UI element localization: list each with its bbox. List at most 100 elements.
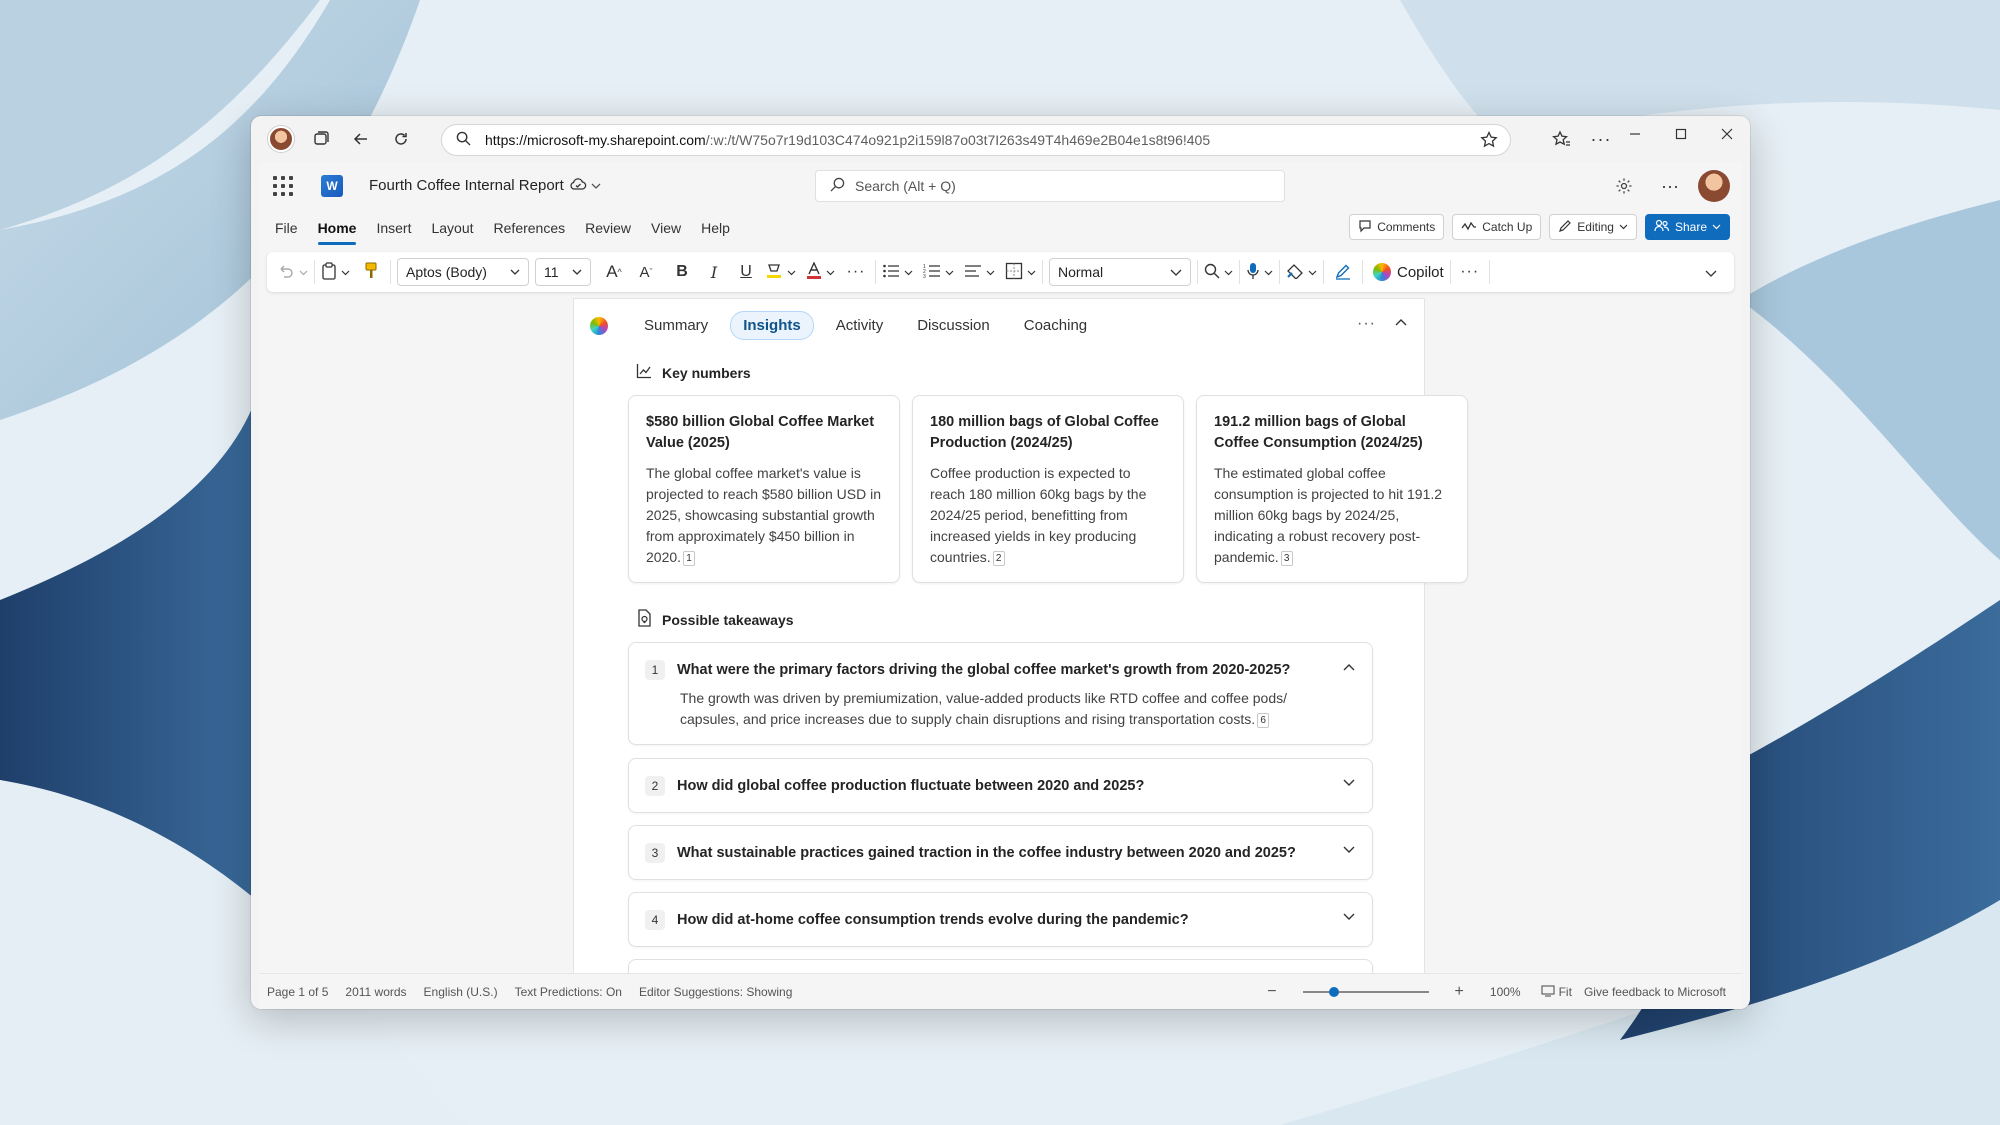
comments-button[interactable]: Comments <box>1349 214 1445 240</box>
grow-font-icon[interactable]: A ^ <box>601 257 627 287</box>
shrink-font-icon[interactable]: Aˇ <box>633 257 659 287</box>
numbering-button[interactable]: 123 <box>923 257 954 287</box>
key-number-card[interactable]: 180 million bags of Global Coffee Produc… <box>912 395 1184 583</box>
document-title[interactable]: Fourth Coffee Internal Report <box>369 177 564 194</box>
zoom-slider-thumb[interactable] <box>1329 987 1340 997</box>
chevron-down-icon[interactable] <box>591 178 601 196</box>
find-button[interactable] <box>1204 257 1233 287</box>
profile-avatar[interactable] <box>261 121 301 157</box>
citation-badge[interactable]: 3 <box>1280 551 1293 566</box>
settings-gear-icon[interactable] <box>1606 168 1642 204</box>
user-avatar[interactable] <box>1698 170 1730 202</box>
app-launcher-icon[interactable] <box>273 176 293 196</box>
tab-activity[interactable]: Activity <box>824 312 896 339</box>
refresh-icon[interactable] <box>381 121 421 157</box>
bold-icon[interactable]: B <box>669 257 695 287</box>
menu-references[interactable]: References <box>494 214 566 242</box>
copilot-logo-icon <box>590 316 608 335</box>
chevron-up-icon[interactable] <box>1394 315 1408 334</box>
chevron-down-icon[interactable] <box>1342 776 1356 795</box>
chevron-down-icon[interactable] <box>1342 910 1356 929</box>
italic-icon[interactable]: I <box>701 257 727 287</box>
cloud-saved-icon[interactable] <box>569 176 587 197</box>
key-number-card[interactable]: $580 billion Global Coffee Market Value … <box>628 395 900 583</box>
takeaway-item-expanded[interactable]: 1 What were the primary factors driving … <box>628 642 1373 745</box>
share-button[interactable]: Share <box>1644 214 1730 240</box>
catch-up-button[interactable]: Catch Up <box>1452 214 1542 240</box>
favorites-icon[interactable] <box>1541 121 1581 157</box>
key-number-title: 180 million bags of Global Coffee Produc… <box>930 414 1159 451</box>
sensitivity-button[interactable] <box>1286 257 1317 287</box>
takeaway-item[interactable]: 4 How did at-home coffee consumption tre… <box>628 892 1373 947</box>
zoom-in-icon[interactable]: + <box>1455 983 1464 1001</box>
menu-insert[interactable]: Insert <box>376 214 411 242</box>
menu-home[interactable]: Home <box>317 214 356 245</box>
editing-mode-button[interactable]: Editing <box>1549 214 1637 240</box>
page-count[interactable]: Page 1 of 5 <box>267 985 328 999</box>
copilot-button[interactable]: Copilot <box>1373 257 1444 287</box>
ribbon-collapse-icon[interactable] <box>1698 258 1724 288</box>
language-status[interactable]: English (U.S.) <box>424 985 498 999</box>
zoom-out-icon[interactable]: − <box>1267 983 1276 1001</box>
borders-button[interactable] <box>1005 257 1036 287</box>
takeaways-header: Possible takeaways <box>636 609 794 630</box>
back-icon[interactable] <box>341 121 381 157</box>
bullets-button[interactable] <box>882 257 913 287</box>
chevron-down-icon <box>572 264 582 280</box>
undo-button[interactable] <box>277 257 308 287</box>
close-icon[interactable] <box>1704 116 1750 152</box>
fit-button[interactable]: Fit <box>1541 984 1572 1000</box>
editor-button[interactable] <box>1330 257 1356 287</box>
tabs-icon[interactable] <box>301 121 341 157</box>
maximize-icon[interactable] <box>1658 116 1704 152</box>
style-select[interactable]: Normal <box>1049 258 1191 286</box>
align-button[interactable] <box>964 257 995 287</box>
menu-review[interactable]: Review <box>585 214 631 242</box>
key-number-card[interactable]: 191.2 million bags of Global Coffee Cons… <box>1196 395 1468 583</box>
word-count[interactable]: 2011 words <box>345 985 406 999</box>
underline-icon[interactable]: U <box>733 257 759 287</box>
dictate-button[interactable] <box>1246 257 1273 287</box>
citation-badge[interactable]: 1 <box>683 551 696 566</box>
zoom-slider[interactable] <box>1302 987 1429 997</box>
more-options-icon[interactable]: ··· <box>1357 315 1376 334</box>
tab-coaching[interactable]: Coaching <box>1012 312 1099 339</box>
more-font-icon[interactable]: ··· <box>843 257 869 287</box>
tab-summary[interactable]: Summary <box>632 312 720 339</box>
text-predictions-status[interactable]: Text Predictions: On <box>515 985 622 999</box>
editor-suggestions-status[interactable]: Editor Suggestions: Showing <box>639 985 792 999</box>
more-ribbon-icon[interactable]: ··· <box>1457 257 1483 287</box>
document-page[interactable]: Summary Insights Activity Discussion Coa… <box>573 298 1468 973</box>
highlight-button[interactable] <box>765 257 796 287</box>
tab-insights[interactable]: Insights <box>730 311 814 340</box>
citation-badge[interactable]: 2 <box>992 551 1005 566</box>
menu-view[interactable]: View <box>651 214 681 242</box>
chevron-down-icon[interactable] <box>1342 843 1356 862</box>
tab-discussion[interactable]: Discussion <box>905 312 1002 339</box>
chevron-down-icon <box>1308 264 1317 280</box>
browser-window: https://microsoft-my.sharepoint.com/:w:/… <box>251 116 1750 1009</box>
takeaway-item[interactable]: 2 How did global coffee production fluct… <box>628 758 1373 813</box>
paste-button[interactable] <box>321 257 350 287</box>
menu-file[interactable]: File <box>275 214 298 242</box>
search-input[interactable]: Search (Alt + Q) <box>815 170 1285 202</box>
address-bar[interactable]: https://microsoft-my.sharepoint.com/:w:/… <box>441 124 1511 156</box>
feedback-link[interactable]: Give feedback to Microsoft <box>1584 985 1726 999</box>
zoom-level[interactable]: 100% <box>1490 985 1521 999</box>
format-painter-button[interactable] <box>358 257 384 287</box>
word-logo-icon[interactable]: W <box>321 175 343 197</box>
font-color-button[interactable] <box>806 257 835 287</box>
more-options-icon[interactable]: ··· <box>1652 168 1688 204</box>
font-name-select[interactable]: Aptos (Body) <box>397 258 529 286</box>
add-favorite-icon[interactable] <box>1480 130 1498 152</box>
minimize-icon[interactable] <box>1612 116 1658 152</box>
chevron-down-icon <box>299 264 308 280</box>
menu-layout[interactable]: Layout <box>431 214 473 242</box>
citation-badge[interactable]: 6 <box>1257 713 1270 728</box>
takeaway-item-partial[interactable] <box>628 959 1373 973</box>
takeaway-item[interactable]: 3 What sustainable practices gained trac… <box>628 825 1373 880</box>
menu-help[interactable]: Help <box>701 214 730 242</box>
highlighter-icon <box>765 262 783 283</box>
font-size-select[interactable]: 11 <box>535 258 591 286</box>
chevron-up-icon[interactable] <box>1342 660 1356 679</box>
